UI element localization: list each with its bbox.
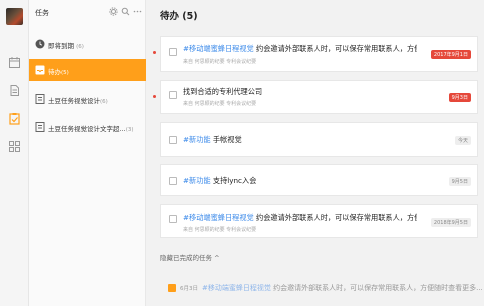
sidebar-item-label: 即将到期 (6): [48, 42, 84, 50]
task-source: 来自 何思颖的纪要 专利会议纪要: [183, 101, 257, 107]
search-icon[interactable]: [121, 7, 130, 16]
task-source: 来自 何思颖的纪要 专利会议纪要: [183, 227, 257, 233]
grid-icon[interactable]: [8, 140, 21, 153]
completed-date: 6月3日: [180, 286, 198, 292]
overdue-dot: [153, 95, 156, 98]
task-checkbox[interactable]: [169, 48, 177, 56]
task-list-panel: 待办 (5) #移动端蜜蜂日程视觉 约会邀请外部联系人时，可以保存常用联系人，方…: [146, 0, 484, 306]
task-checkbox[interactable]: [169, 91, 177, 99]
overdue-dot: [153, 51, 156, 54]
task-icon[interactable]: [8, 112, 21, 125]
more-icon[interactable]: [133, 7, 142, 16]
sidebar-item-todo[interactable]: 待办(5): [29, 59, 146, 81]
task-card[interactable]: 找到合适的专利代理公司 来自 何思颖的纪要 专利会议纪要 9月3日: [153, 80, 478, 114]
completed-title[interactable]: #移动端蜜蜂日程视觉 约会邀请外部联系人时，可以保存常用联系人，方便随时查看更多…: [202, 283, 483, 293]
task-source: 来自 何思颖的纪要 专利会议纪要: [183, 59, 257, 65]
task-card[interactable]: #新功能 手帐视觉 今天: [160, 122, 478, 157]
hide-completed-toggle[interactable]: 隐藏已完成的任务 ^: [160, 252, 220, 262]
list-icon: [35, 122, 45, 132]
sidebar-header: 任务: [29, 0, 146, 22]
due-date-badge: 9月3日: [448, 93, 471, 102]
completed-checkbox[interactable]: [168, 284, 176, 292]
task-checkbox[interactable]: [169, 215, 177, 223]
task-checkbox[interactable]: [169, 177, 177, 185]
sidebar-item-upcoming[interactable]: 即将到期 (6): [29, 33, 146, 55]
task-title[interactable]: #移动端蜜蜂日程视觉 约会邀请外部联系人时，可以保存常用联系人，方便以后...: [183, 44, 417, 54]
document-icon[interactable]: [8, 84, 21, 97]
task-title[interactable]: 找到合适的专利代理公司: [183, 87, 262, 97]
clock-icon: [35, 39, 45, 49]
task-card[interactable]: #移动端蜜蜂日程视觉 约会邀请外部联系人时，可以保存常用联系人，方便以后... …: [153, 36, 478, 72]
task-title[interactable]: #新功能 支持lync入会: [183, 176, 256, 186]
task-sidebar: 任务 即将到期 (6) 待办(5) 土豆任务视觉设计(6) 土豆任务视觉设计文字…: [29, 0, 146, 306]
due-date-badge: 今天: [454, 136, 471, 145]
avatar[interactable]: [6, 8, 23, 25]
sidebar-item-label: 土豆任务视觉设计(6): [48, 97, 108, 105]
due-date-badge: 2018年9月5日: [430, 218, 471, 227]
task-title[interactable]: #新功能 手帐视觉: [183, 135, 242, 145]
due-date-badge: 9月5日: [448, 177, 471, 186]
task-title[interactable]: #移动端蜜蜂日程视觉 约会邀请外部联系人时，可以保存常用联系人，方便以后...: [183, 213, 417, 223]
task-card[interactable]: #新功能 支持lync入会 9月5日: [160, 164, 478, 196]
sidebar-item-label: 待办(5): [48, 68, 69, 76]
sidebar-item-label: 土豆任务视觉设计文字超...(3): [48, 125, 134, 133]
task-card[interactable]: #移动端蜜蜂日程视觉 约会邀请外部联系人时，可以保存常用联系人，方便以后... …: [160, 204, 478, 238]
list-icon: [35, 94, 45, 104]
task-checkbox[interactable]: [169, 136, 177, 144]
calendar-icon[interactable]: [8, 56, 21, 69]
app-rail: [0, 0, 29, 306]
sidebar-item-project-long[interactable]: 土豆任务视觉设计文字超...(3): [29, 116, 146, 138]
due-date-badge: 2017年9月1日: [430, 50, 471, 59]
sidebar-title: 任务: [35, 9, 49, 17]
inbox-icon: [35, 65, 45, 75]
settings-icon[interactable]: [109, 7, 118, 16]
sidebar-item-project[interactable]: 土豆任务视觉设计(6): [29, 88, 146, 110]
completed-task-row[interactable]: 6月3日 #移动端蜜蜂日程视觉 约会邀请外部联系人时，可以保存常用联系人，方便随…: [160, 275, 483, 301]
page-title: 待办 (5): [160, 11, 198, 22]
